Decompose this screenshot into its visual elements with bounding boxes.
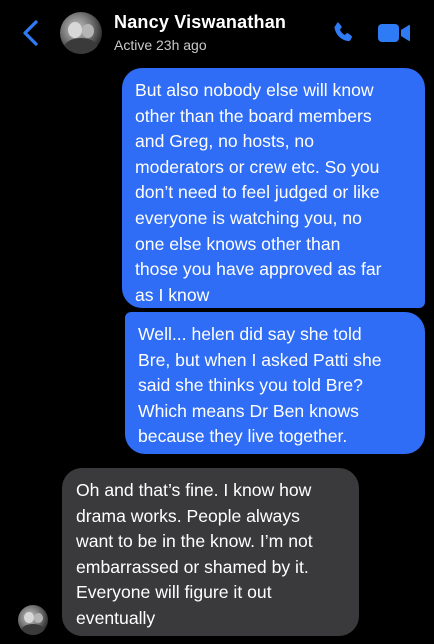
message-line: as I know (135, 284, 210, 305)
chevron-left-icon (23, 20, 38, 46)
message-line: Everyone will figure it out (76, 582, 272, 603)
video-call-button[interactable] (377, 22, 411, 44)
message-line: Well... helen did say she told (138, 324, 362, 344)
phone-icon (334, 22, 352, 42)
sender-avatar[interactable] (18, 605, 48, 635)
message-line: those you have approved as far (135, 259, 382, 280)
message-line: want to be in the know. I’m not (76, 531, 313, 552)
message-line: eventually (76, 607, 156, 628)
message-line: moderators or crew etc. So you (135, 156, 380, 177)
message-line: and Greg, no hosts, no (135, 131, 314, 152)
message-line: said she thinks you told Bre? (138, 375, 363, 396)
message-line: But also nobody else will know (135, 80, 374, 100)
message-line: don’t need to feel judged or like (135, 182, 380, 203)
contact-name[interactable]: Nancy Viswanathan (114, 12, 286, 33)
back-button[interactable] (18, 18, 44, 48)
message-line: Oh and that’s fine. I know how (76, 480, 312, 500)
outgoing-message-bubble[interactable]: Well... helen did say she told Bre, but … (125, 312, 425, 454)
message-line: other than the board members (135, 105, 372, 126)
message-line: one else knows other than (135, 233, 341, 254)
message-line: everyone is watching you, no (135, 207, 362, 228)
message-line: Bre, but when I asked Patti she (138, 349, 382, 370)
message-line: because they live together. (138, 426, 348, 447)
message-line: drama works. People always (76, 505, 300, 526)
video-camera-icon (378, 24, 410, 42)
call-button[interactable] (330, 20, 356, 46)
chat-header: Nancy Viswanathan Active 23h ago (0, 0, 434, 66)
incoming-message-bubble[interactable]: Oh and that’s fine. I know how drama wor… (62, 468, 359, 636)
message-line: Which means Dr Ben knows (138, 400, 359, 421)
outgoing-message-bubble[interactable]: But also nobody else will know other tha… (122, 68, 425, 308)
message-line: embarrassed or shamed by it. (76, 556, 309, 577)
active-status: Active 23h ago (114, 37, 207, 53)
contact-avatar[interactable] (60, 12, 102, 54)
